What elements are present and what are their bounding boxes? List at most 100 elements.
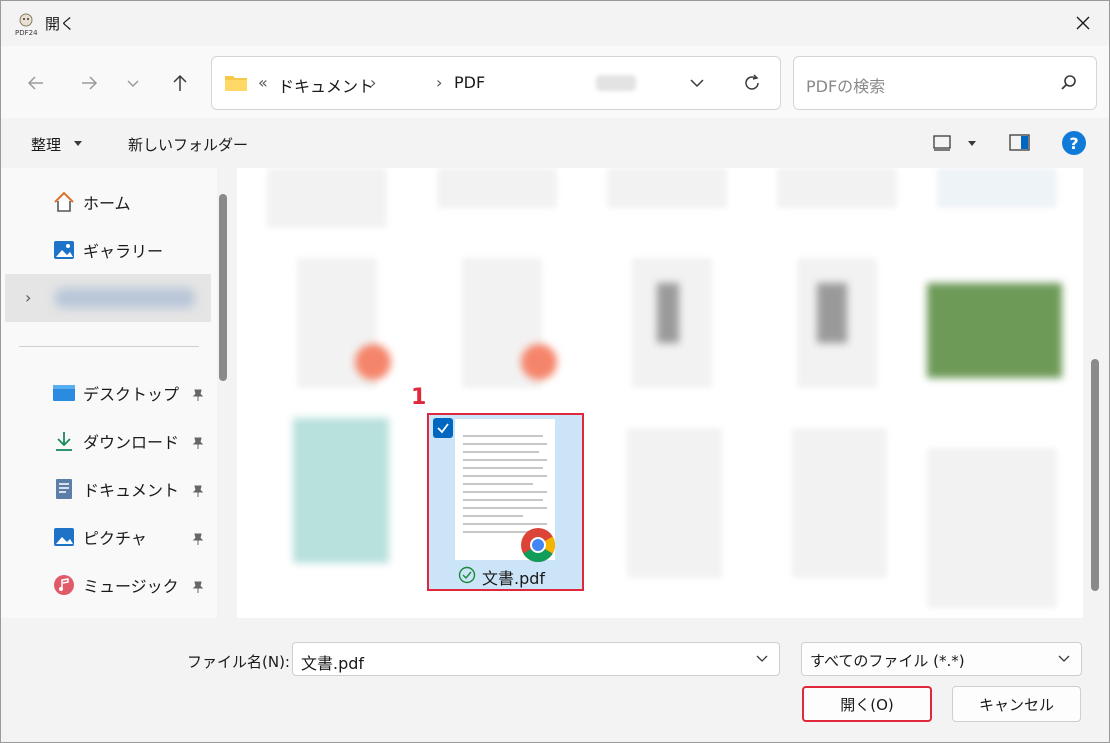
folder-icon (225, 76, 247, 91)
sidebar-item-label: ホーム (83, 194, 131, 213)
breadcrumb-separator-icon: › (370, 73, 377, 92)
pictures-icon (51, 524, 77, 550)
check-icon (437, 423, 449, 434)
breadcrumb-hidden-folder[interactable] (596, 75, 636, 91)
file-list-view (237, 168, 1083, 618)
file-selection-footer: ファイル名(N): 文書.pdf すべてのファイル (*.*) 開く(O) キャ… (1, 618, 1109, 742)
sidebar-item-label: ミュージック (83, 577, 179, 596)
file-tile[interactable] (927, 448, 1057, 608)
image-thumbnail[interactable] (293, 418, 389, 563)
sidebar-divider (19, 346, 199, 347)
breadcrumb-separator-icon: › (436, 73, 443, 92)
sidebar-item-desktop[interactable]: デスクトップ (51, 378, 179, 408)
address-bar[interactable]: « ドキュメント › › PDF (211, 56, 781, 110)
refresh-icon[interactable] (742, 73, 762, 93)
caret-down-icon[interactable] (967, 141, 977, 147)
sidebar-item-pictures[interactable]: ピクチャ (51, 522, 147, 552)
pin-icon[interactable] (191, 532, 205, 546)
navigation-pane: ホーム ギャラリー › デスクトップ ダウンロード ドキュメント ピクチャ ミュ… (1, 168, 217, 618)
file-type-icon (355, 344, 391, 380)
chevron-down-icon[interactable] (688, 75, 706, 91)
help-button[interactable]: ? (1062, 131, 1086, 155)
file-tile[interactable] (437, 168, 557, 208)
sidebar-item-documents[interactable]: ドキュメント (51, 474, 179, 504)
breadcrumb-pdf[interactable]: PDF (454, 73, 485, 92)
filename-field[interactable]: 文書.pdf (292, 642, 780, 676)
search-box[interactable]: PDFの検索 (793, 56, 1097, 110)
chrome-icon (521, 528, 555, 562)
pin-icon[interactable] (191, 436, 205, 450)
arrow-left-icon (27, 76, 43, 90)
navigation-bar: « ドキュメント › › PDF PDFの検索 (1, 46, 1109, 118)
sync-status-icon (458, 566, 476, 584)
close-icon (1076, 16, 1090, 30)
search-input[interactable]: PDFの検索 (806, 73, 885, 97)
back-button[interactable] (21, 68, 51, 98)
arrow-up-icon (173, 74, 187, 91)
sidebar-item-gallery[interactable]: ギャラリー (51, 235, 163, 265)
breadcrumb-overflow[interactable]: « (258, 73, 268, 92)
up-button[interactable] (165, 68, 195, 98)
sidebar-item-downloads[interactable]: ダウンロード (51, 426, 179, 456)
sidebar-item-onedrive[interactable]: › (5, 274, 211, 322)
desktop-icon (51, 380, 77, 406)
open-button[interactable]: 開く(O) (802, 686, 932, 722)
pin-icon[interactable] (191, 484, 205, 498)
file-tile[interactable] (777, 168, 897, 208)
sidebar-item-label: デスクトップ (83, 385, 180, 404)
file-tile[interactable] (267, 168, 387, 228)
chevron-down-icon[interactable] (755, 654, 769, 664)
view-options-icon[interactable] (933, 135, 953, 151)
chevron-right-icon[interactable]: › (25, 288, 31, 307)
sidebar-item-label: ダウンロード (83, 433, 180, 452)
svg-text:PDF24: PDF24 (15, 29, 38, 37)
file-thumbnail (657, 283, 679, 343)
file-type-select[interactable]: すべてのファイル (*.*) (801, 642, 1082, 676)
blurred-account-label (55, 288, 195, 308)
new-folder-button[interactable]: 新しいフォルダー (128, 134, 248, 155)
sidebar-item-label: ギャラリー (83, 242, 164, 261)
search-icon (1061, 75, 1076, 90)
file-tile[interactable] (792, 428, 887, 578)
breadcrumb-documents[interactable]: ドキュメント (278, 73, 374, 97)
cancel-button[interactable]: キャンセル (952, 686, 1081, 722)
sidebar-item-music[interactable]: ミュージック (51, 570, 179, 600)
open-file-dialog: PDF24 開く « ドキュメント › › PDF PDFの検索 整理 新しいフ… (0, 0, 1110, 743)
download-icon (51, 428, 77, 454)
selected-file-name: 文書.pdf (482, 569, 546, 588)
content-scrollbar[interactable] (1091, 359, 1099, 591)
filename-label: ファイル名(N): (187, 653, 290, 671)
sidebar-item-label: ドキュメント (83, 481, 180, 500)
command-bar: 整理 新しいフォルダー ? (1, 118, 1109, 168)
preview-pane-icon[interactable] (1009, 133, 1031, 153)
forward-button[interactable] (74, 68, 104, 98)
sidebar-item-label: ピクチャ (83, 529, 147, 548)
file-tile[interactable] (937, 168, 1057, 208)
sidebar-item-home[interactable]: ホーム (51, 187, 131, 217)
file-type-icon (521, 344, 557, 380)
file-type-value: すべてのファイル (*.*) (810, 652, 965, 670)
home-icon (51, 189, 77, 215)
music-icon (51, 572, 77, 598)
file-checkbox[interactable] (433, 418, 453, 438)
file-thumbnail (817, 283, 847, 343)
chevron-down-icon (1058, 655, 1070, 662)
file-tile[interactable] (607, 168, 727, 208)
gallery-icon (51, 237, 77, 263)
documents-icon (51, 476, 77, 502)
file-tile[interactable] (627, 428, 722, 578)
window-title: 開く (45, 15, 76, 33)
pin-icon[interactable] (191, 388, 205, 402)
caret-down-icon (74, 141, 82, 146)
image-thumbnail[interactable] (927, 283, 1062, 378)
title-bar: PDF24 開く (1, 1, 1109, 46)
filename-value[interactable]: 文書.pdf (301, 650, 364, 674)
pdf24-app-icon: PDF24 (13, 11, 39, 37)
recent-locations-button[interactable] (118, 68, 148, 98)
pin-icon[interactable] (191, 580, 205, 594)
close-button[interactable] (1057, 1, 1109, 45)
sidebar-scrollbar[interactable] (219, 194, 227, 381)
organize-menu[interactable]: 整理 (31, 134, 61, 155)
chevron-down-icon (127, 80, 139, 88)
arrow-right-icon (82, 76, 98, 90)
